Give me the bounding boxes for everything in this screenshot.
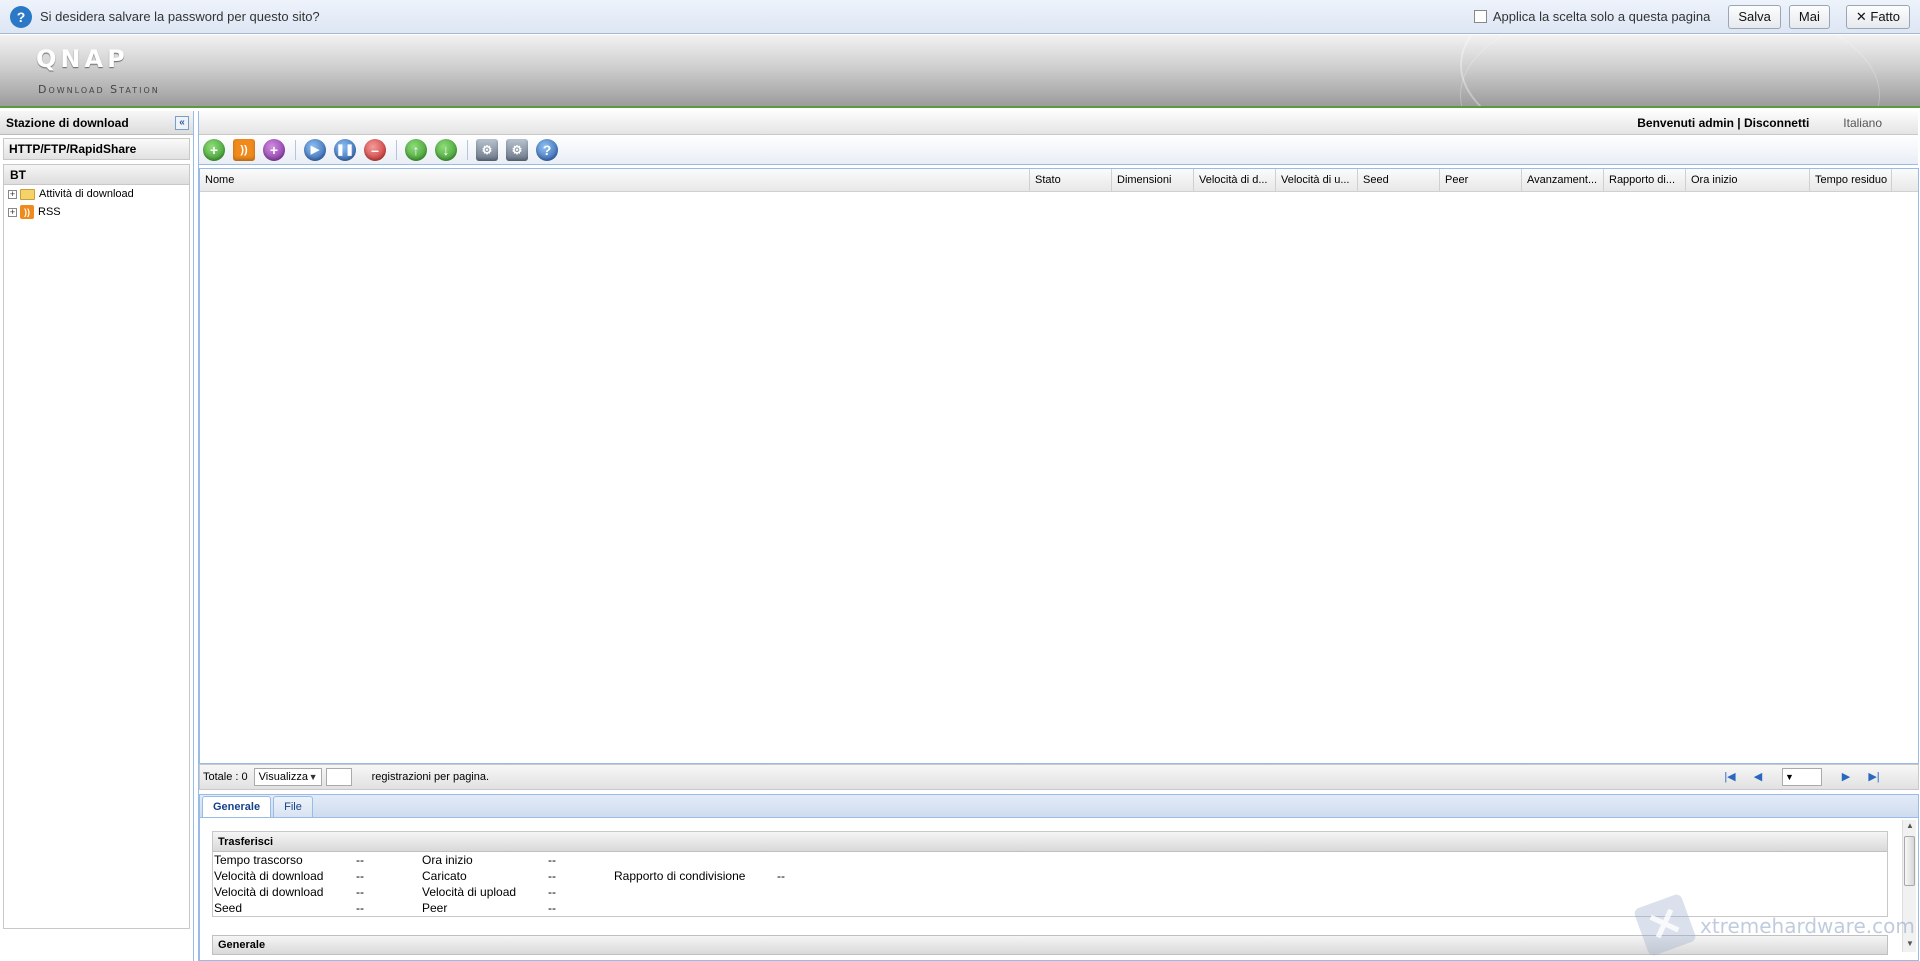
rss-icon: )) bbox=[20, 205, 34, 219]
app-subtitle: Download Station bbox=[38, 83, 160, 96]
stop-icon[interactable]: – bbox=[364, 138, 386, 161]
next-page-icon[interactable]: ▶ bbox=[1839, 770, 1853, 784]
bt-panel: BT + Attività di download + )) RSS bbox=[3, 164, 190, 929]
tab-file[interactable]: File bbox=[273, 796, 313, 817]
column-download-speed[interactable]: Velocità di d... bbox=[1194, 169, 1276, 191]
apply-page-checkbox[interactable] bbox=[1473, 10, 1487, 23]
sidebar-section-http[interactable]: HTTP/FTP/RapidShare bbox=[3, 138, 190, 160]
column-status[interactable]: Stato bbox=[1030, 169, 1112, 191]
tree-item-rss[interactable]: + )) RSS bbox=[4, 203, 189, 221]
pause-icon[interactable]: ❚❚ bbox=[334, 138, 356, 161]
scroll-down-icon[interactable]: ▼ bbox=[1903, 939, 1917, 951]
add-alt-icon[interactable]: + bbox=[263, 138, 285, 161]
general-header: Generale bbox=[212, 935, 1888, 955]
column-upload-speed[interactable]: Velocità di u... bbox=[1276, 169, 1358, 191]
page-navigation: |◀ ◀ ▼ ▶ ▶| bbox=[1716, 768, 1888, 786]
tab-general[interactable]: Generale bbox=[202, 796, 272, 817]
expand-icon[interactable]: + bbox=[8, 207, 17, 217]
detail-tabs: Generale File bbox=[199, 794, 1919, 818]
per-page-input[interactable] bbox=[325, 768, 352, 786]
column-progress[interactable]: Avanzament... bbox=[1522, 169, 1604, 191]
column-size[interactable]: Dimensioni bbox=[1112, 169, 1194, 191]
scroll-thumb[interactable] bbox=[1904, 836, 1915, 886]
password-save-bar: ? Si desidera salvare la password per qu… bbox=[0, 0, 1920, 34]
first-page-icon[interactable]: |◀ bbox=[1723, 770, 1737, 784]
save-button[interactable]: Salva bbox=[1728, 4, 1781, 29]
column-seed[interactable]: Seed bbox=[1358, 169, 1440, 191]
column-time-left[interactable]: Tempo residuo bbox=[1810, 169, 1892, 191]
qnap-logo: QNAP bbox=[36, 45, 129, 73]
collapse-icon[interactable]: « bbox=[175, 115, 189, 130]
app-header: QNAP Download Station bbox=[0, 35, 1920, 108]
last-page-icon[interactable]: ▶| bbox=[1867, 770, 1881, 784]
welcome-bar: Benvenuti admin | Disconnetti Italiano bbox=[199, 111, 1918, 135]
page-select[interactable]: ▼ bbox=[1782, 768, 1822, 786]
config-icon[interactable]: ⚙ bbox=[506, 138, 528, 161]
help-icon[interactable]: ? bbox=[536, 138, 558, 161]
details-panel: Trasferisci Tempo trascorso -- Ora inizi… bbox=[199, 818, 1919, 961]
add-rss-icon[interactable]: )) bbox=[233, 138, 255, 161]
folder-icon bbox=[20, 188, 35, 200]
welcome-text[interactable]: Benvenuti admin | Disconnetti bbox=[1637, 116, 1809, 130]
move-up-icon[interactable]: ↑ bbox=[405, 138, 427, 161]
never-button[interactable]: Mai bbox=[1788, 4, 1830, 29]
expand-icon[interactable]: + bbox=[8, 189, 17, 199]
column-start-time[interactable]: Ora inizio bbox=[1686, 169, 1810, 191]
apply-page-label: Applica la scelta solo a questa pagina bbox=[1492, 9, 1711, 24]
settings-icon[interactable]: ⚙ bbox=[476, 138, 498, 161]
chevron-down-icon: ▼ bbox=[308, 772, 318, 782]
scroll-up-icon[interactable]: ▲ bbox=[1903, 821, 1917, 833]
download-grid: Nome Stato Dimensioni Velocità di d... V… bbox=[199, 168, 1919, 764]
tree-item-download-activity[interactable]: + Attività di download bbox=[4, 185, 189, 203]
move-down-icon[interactable]: ↓ bbox=[435, 138, 457, 161]
add-icon[interactable]: + bbox=[203, 138, 225, 161]
sidebar-title: Stazione di download « bbox=[0, 111, 193, 135]
detail-row: Tempo trascorso -- Ora inizio -- bbox=[214, 853, 556, 867]
prev-page-icon[interactable]: ◀ bbox=[1751, 770, 1765, 784]
grid-header: Nome Stato Dimensioni Velocità di d... V… bbox=[200, 169, 1918, 192]
language-select[interactable]: Italiano bbox=[1843, 116, 1882, 130]
column-peer[interactable]: Peer bbox=[1440, 169, 1522, 191]
transfer-box: Trasferisci Tempo trascorso -- Ora inizi… bbox=[212, 831, 1888, 917]
detail-row: Velocità di download -- Velocità di uplo… bbox=[214, 885, 556, 899]
close-icon: ✕ bbox=[1855, 8, 1871, 24]
column-ratio[interactable]: Rapporto di... bbox=[1604, 169, 1686, 191]
password-message: Si desidera salvare la password per ques… bbox=[40, 9, 320, 24]
sidebar: Stazione di download « HTTP/FTP/RapidSha… bbox=[0, 111, 194, 961]
main-panel: Benvenuti admin | Disconnetti Italiano +… bbox=[198, 111, 1919, 961]
column-name[interactable]: Nome bbox=[200, 169, 1030, 191]
key-icon: ? bbox=[10, 5, 32, 28]
pagination-bar: Totale : 0 Visualizza ▼ registrazioni pe… bbox=[199, 764, 1919, 790]
detail-row: Seed -- Peer -- bbox=[214, 901, 556, 915]
total-count: Totale : 0 bbox=[203, 771, 248, 783]
detail-row: Velocità di download -- Caricato -- Rapp… bbox=[214, 869, 785, 883]
start-icon[interactable]: ▶ bbox=[304, 138, 326, 161]
done-button[interactable]: ✕ Fatto bbox=[1845, 4, 1910, 29]
view-select[interactable]: Visualizza ▼ bbox=[253, 768, 322, 786]
transfer-header: Trasferisci bbox=[213, 832, 1887, 852]
toolbar: + )) + ▶ ❚❚ – ↑ ↓ ⚙ ⚙ ? bbox=[199, 135, 1918, 165]
bt-header[interactable]: BT bbox=[4, 165, 189, 185]
chevron-down-icon: ▼ bbox=[1785, 772, 1794, 782]
per-page-label: registrazioni per pagina. bbox=[371, 771, 490, 783]
details-scrollbar[interactable]: ▲ ▼ bbox=[1902, 820, 1916, 952]
